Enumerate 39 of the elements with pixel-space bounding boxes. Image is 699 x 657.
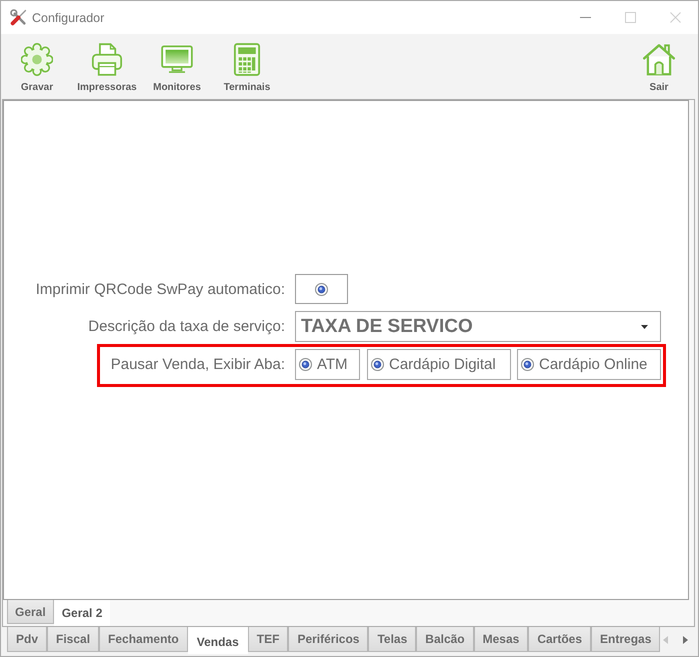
tab[interactable]: Fechamento [99,627,188,652]
tab[interactable]: Periféricos [288,627,368,652]
tab[interactable]: Balcão [416,627,474,652]
dropdown-field[interactable]: TAXA DE SERVICO [295,311,661,342]
tab[interactable]: Geral [7,600,54,624]
field-label: Imprimir QRCode SwPay automatico: [34,280,285,298]
field-label: Descrição da taxa de serviço: [87,318,285,335]
radio-icon[interactable] [521,358,534,371]
field-label: Pausar Venda, Exibir Aba: [110,356,285,373]
tab[interactable]: TEF [248,627,288,652]
tab[interactable]: Entregas [591,627,660,652]
radio-field[interactable] [295,274,348,304]
tab[interactable]: Pdv [7,627,48,652]
radio-option[interactable]: Cardápio Online [517,349,661,380]
tab[interactable]: Fiscal [47,627,100,652]
scroll-right-icon[interactable] [683,636,688,644]
caret-icon [641,324,648,328]
toolbar-button[interactable]: Sair [624,34,694,99]
tab[interactable]: Geral 2 [54,600,110,626]
tab[interactable]: Cartões [528,627,592,652]
radio-icon[interactable] [371,358,384,371]
toolbar-button[interactable]: Gravar [2,34,72,99]
calculator-icon [231,43,263,76]
gear-icon [21,43,53,76]
tools-icon [10,9,27,26]
printer-icon [91,43,123,76]
tab[interactable]: Telas [368,627,416,652]
radio-icon[interactable] [315,282,328,296]
home-icon [643,43,675,76]
toolbar-button[interactable]: Impressoras [72,34,142,99]
toolbar-button[interactable]: Monitores [142,34,212,99]
monitor-icon [161,43,193,76]
tab[interactable]: Vendas [188,627,248,654]
radio-option[interactable]: Cardápio Digital [367,349,511,380]
tab[interactable]: Mesas [474,627,528,652]
radio-option[interactable]: ATM [295,349,360,380]
window-title: Configurador [32,10,104,24]
toolbar-button[interactable]: Terminais [212,34,282,99]
radio-icon[interactable] [299,358,312,371]
